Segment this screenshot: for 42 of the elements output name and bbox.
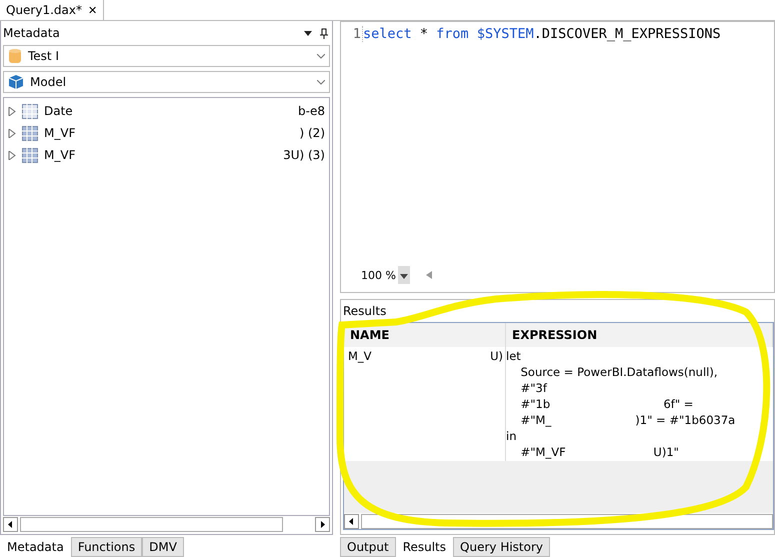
panel-tab[interactable]: Query History — [453, 537, 550, 557]
query-code[interactable]: select * from $SYSTEM.DISCOVER_M_EXPRESSIONS — [363, 26, 721, 42]
panel-tab[interactable]: Functions — [70, 537, 142, 557]
scroll-right-button[interactable] — [315, 516, 330, 532]
chevron-icon[interactable] — [317, 54, 325, 58]
expand-icon[interactable] — [8, 106, 16, 116]
scrollbar-thumb[interactable] — [20, 516, 283, 532]
panel-tab[interactable]: DMV — [142, 537, 184, 557]
cube-icon — [8, 74, 24, 90]
model-dropdown[interactable]: Model — [3, 71, 330, 93]
table-icon — [22, 126, 38, 140]
expression-line: Source = PowerBI.Dataflows(null), — [520, 365, 719, 381]
expand-icon[interactable] — [8, 128, 16, 138]
column-header[interactable]: NAME — [344, 323, 506, 347]
tree-item[interactable]: M_VF 3U) (3) — [8, 144, 325, 166]
panel-tab[interactable]: Output — [340, 537, 396, 557]
close-icon[interactable]: ✕ — [88, 4, 98, 16]
table-icon — [22, 148, 38, 162]
panel-title: Metadata — [3, 26, 60, 40]
table-cell: M_V — [348, 349, 372, 363]
expression-line: let — [506, 349, 522, 365]
column-header[interactable]: EXPRESSION — [506, 323, 773, 347]
expression-line: #"1b 6f" = — [520, 397, 694, 413]
zoom-level: 100 % — [361, 268, 396, 282]
expression-line: #"M_ )1" = #"1b6037a — [520, 413, 736, 429]
dropdown-icon[interactable] — [398, 266, 410, 284]
panel-title: Results — [343, 303, 388, 320]
expression-line: #"3f — [520, 381, 548, 397]
scroll-left-icon[interactable] — [426, 271, 432, 279]
line-number: 1 — [341, 26, 363, 42]
expression-line: #"M_VF U)1" — [520, 445, 680, 461]
scroll-left-button[interactable] — [344, 514, 359, 528]
tree-item[interactable]: Date b-e8 — [8, 100, 325, 122]
database-icon — [8, 48, 22, 64]
scroll-left-button[interactable] — [3, 516, 18, 532]
expression-line: in — [506, 429, 518, 445]
chevron-icon[interactable] — [317, 80, 325, 84]
tree-item[interactable]: M_VF ) (2) — [8, 122, 325, 144]
expand-icon[interactable] — [8, 150, 16, 160]
table-icon — [22, 104, 38, 118]
connection-dropdown[interactable]: Test I — [3, 45, 330, 67]
table-cell: U) — [490, 349, 503, 363]
